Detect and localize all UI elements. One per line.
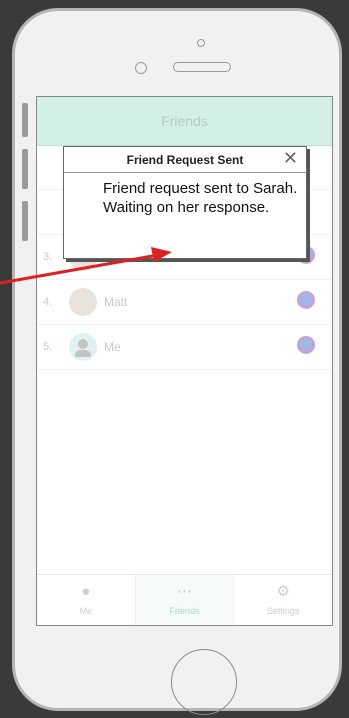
annotation-arrow [0, 247, 172, 285]
arrow-shaft [0, 253, 159, 285]
arrow-head [151, 247, 172, 262]
